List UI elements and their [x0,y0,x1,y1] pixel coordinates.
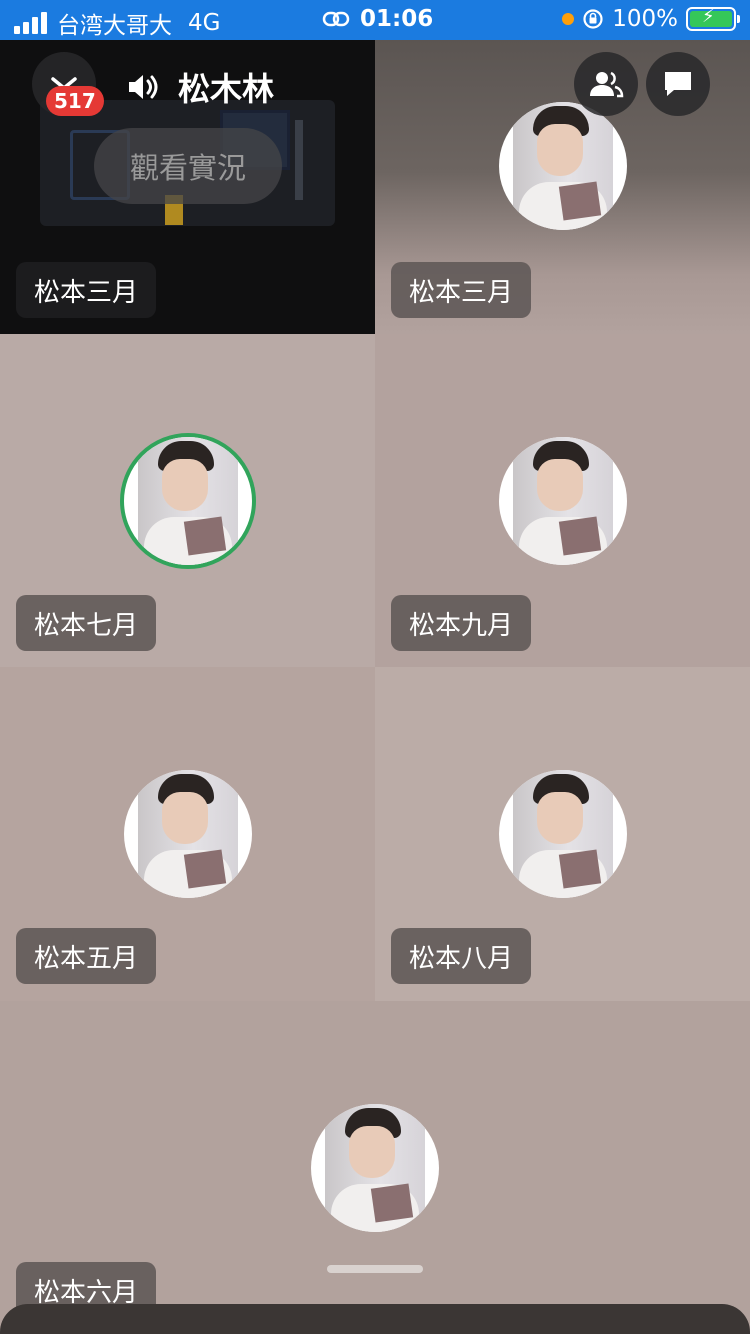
clock: 01:06 [360,6,434,32]
avatar [499,102,627,230]
chat-bubble-icon [665,72,691,96]
status-bar: 台湾大哥大 4G 01:06 100% ⚡ [0,0,750,40]
members-button[interactable] [574,52,638,116]
network-label: 4G [188,10,221,36]
room-name: 松木林 [178,70,275,108]
mic-in-use-indicator [562,13,575,25]
speaker-icon[interactable] [126,72,160,102]
rotation-lock-icon [583,9,603,29]
battery-charging-icon: ⚡ [686,7,740,31]
battery-percent: 100% [612,6,678,32]
watch-live-button[interactable]: 觀看實況 [94,128,282,204]
chat-button[interactable] [646,52,710,116]
link-icon [322,11,350,27]
participant-name: 松本五月 [16,928,157,984]
drag-handle[interactable] [327,1265,423,1273]
avatar [311,1104,439,1232]
avatar [499,770,627,898]
signal-icon [14,12,47,34]
participant-name: 松本九月 [391,595,532,651]
participant-name: 松本八月 [391,928,532,984]
room-title: 松木林 [126,64,274,110]
participant-name: 松本七月 [16,595,157,651]
participant-name: 松本三月 [16,262,157,318]
participant-tile[interactable]: 松本九月 [375,334,750,667]
participant-tile[interactable]: 松本七月 [0,334,375,667]
carrier-label: 台湾大哥大 [57,13,172,39]
avatar [124,770,252,898]
bottom-sheet[interactable] [0,1304,750,1334]
participant-name: 松本三月 [391,262,532,318]
avatar [499,437,627,565]
notification-badge: 517 [46,86,104,116]
participant-tile[interactable]: 松本八月 [375,667,750,1001]
avatar-speaking [120,433,256,569]
participant-tile[interactable]: 松本六月 [0,1001,750,1334]
people-icon [590,71,624,98]
participant-tile[interactable]: 松本五月 [0,667,375,1001]
